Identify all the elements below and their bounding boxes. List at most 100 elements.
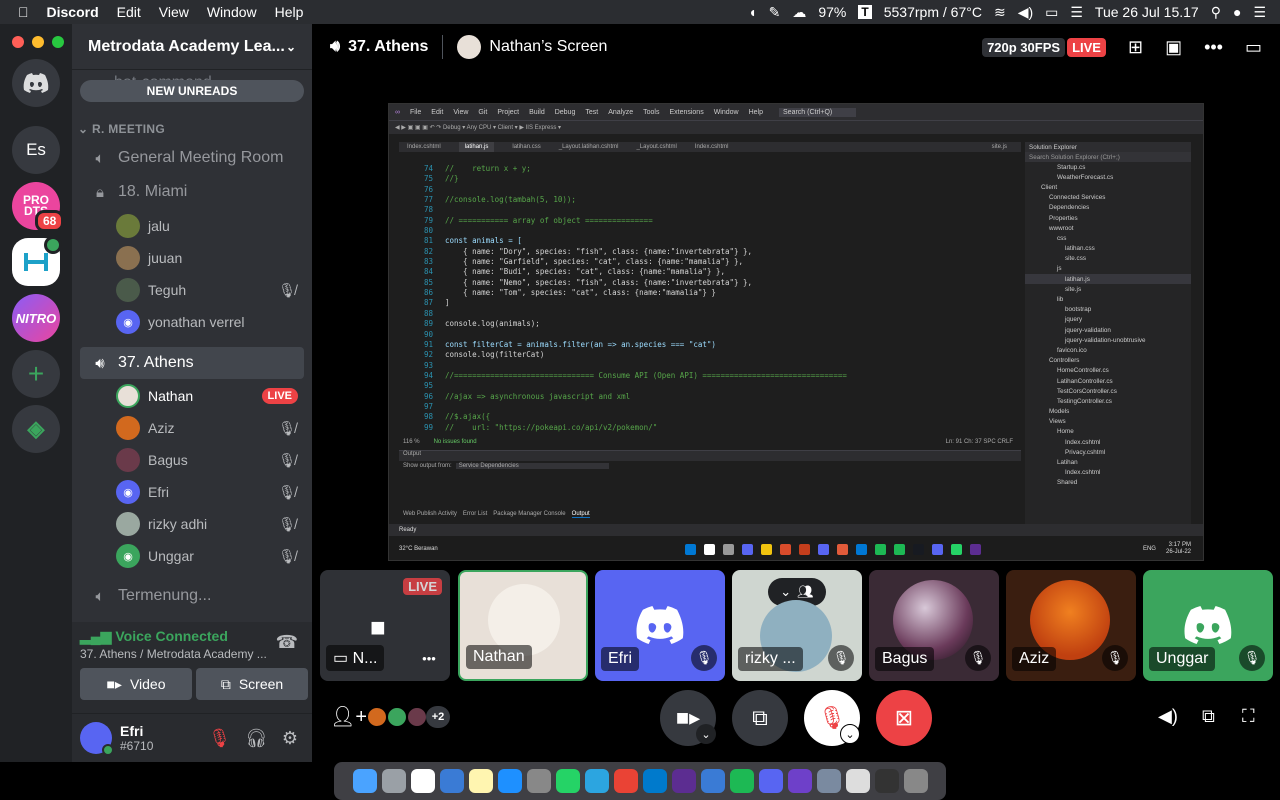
taskbar-app-icon[interactable] [837,543,848,555]
avatar[interactable] [80,722,114,756]
code-line[interactable]: 97 [399,402,1021,412]
vs-menu[interactable]: Edit [431,109,443,116]
solution-search[interactable]: Search Solution Explorer (Ctrl+;) [1025,152,1191,162]
solution-item[interactable]: latihan.css [1025,244,1191,254]
solution-item[interactable]: Connected Services [1025,193,1191,203]
text-icon[interactable]: T [858,5,872,19]
popout-icon[interactable]: ⧉ [1202,706,1215,727]
solution-item[interactable]: WeatherForecast.cs [1025,172,1191,182]
category-r-meeting[interactable]: ⌄ R. MEETING [78,122,165,136]
output-tab[interactable]: Error List [463,511,487,518]
clock[interactable]: Tue 26 Jul 15.17 [1095,4,1199,20]
taskbar-app-icon[interactable] [761,543,772,555]
disconnect-icon[interactable]: ☎︎ [276,632,298,653]
taskbar-app-icon[interactable] [723,543,734,555]
screen-owner[interactable]: Nathan’s Screen [457,35,607,59]
vs-menu[interactable]: Extensions [669,109,703,116]
output-tab[interactable]: Package Manager Console [493,511,565,518]
taskbar-app-icon[interactable] [742,543,753,555]
code-line[interactable]: 92 console.log(filterCat) [399,350,1021,360]
voice-user[interactable]: ◉ Unggar 🎙︎̸ [116,541,304,571]
fan-status[interactable]: 5537rpm / 67°C [884,4,982,20]
participant-tile[interactable]: Nathan [458,570,588,681]
editor-tab[interactable]: _Layout.cshtml [636,142,676,152]
dock-app-icon[interactable] [642,769,667,793]
solution-item[interactable]: Privacy.cshtml [1025,447,1191,457]
voice-status[interactable]: ▂▄▆ Voice Connected [80,628,228,645]
vs-menu[interactable]: Help [749,109,763,116]
solution-item[interactable]: Dependencies [1025,203,1191,213]
vs-menu[interactable]: Test [585,109,598,116]
solution-item[interactable]: site.css [1025,254,1191,264]
output-select[interactable]: Service Dependencies [455,463,609,469]
server-nitro[interactable]: NITRO [12,294,60,342]
code-line[interactable]: 80 [399,226,1021,236]
voice-user[interactable]: ◉ Efri 🎙︎̸ [116,477,304,507]
vs-menu[interactable]: Git [478,109,487,116]
muted-mic-icon[interactable]: 🎙︎ [208,728,231,749]
screen-share-button[interactable]: ⧉ [732,690,788,746]
notification-icon[interactable]: ☰ [1253,4,1266,21]
voice-user[interactable]: Aziz 🎙︎̸ [116,413,304,443]
menu-view[interactable]: View [159,4,189,20]
weather-widget[interactable]: 32°C Berawan [389,545,449,553]
dock-app-icon[interactable] [410,769,435,793]
solution-item[interactable]: Views [1025,417,1191,427]
mic-options-icon[interactable]: ⌄ [840,724,860,744]
invite-icon[interactable]: 👤︎+ [330,704,367,729]
dock-app-icon[interactable] [555,769,580,793]
code-line[interactable]: 94 //=============================== Cons… [399,371,1021,381]
voice-user[interactable]: juuan [116,243,304,273]
code-line[interactable]: 82 { name: "Dory", species: "fish", clas… [399,247,1021,257]
close-window-icon[interactable] [12,36,24,48]
editor-tab[interactable]: latihan.css [512,142,540,152]
app-menu[interactable]: Discord [47,4,99,20]
grid-layout-icon[interactable]: ⊞ [1128,37,1143,58]
participant-tile[interactable]: LIVE ■ ▭ N... ••• [320,570,450,681]
vs-menu[interactable]: Window [714,109,739,116]
dock-app-icon[interactable] [700,769,725,793]
solution-item[interactable]: Controllers [1025,356,1191,366]
channel-general-meeting[interactable]: 🔈︎ General Meeting Room [80,142,304,174]
menu-edit[interactable]: Edit [117,4,141,20]
code-line[interactable]: 90 [399,330,1021,340]
editor-tab[interactable]: Index.cshtml [695,142,729,152]
dock-app-icon[interactable] [352,769,377,793]
vs-menu[interactable]: Project [497,109,519,116]
taskbar-app-icon[interactable] [704,543,715,555]
editor-tab-active[interactable]: latihan.js [458,141,495,153]
code-line[interactable]: 89 console.log(animals); [399,319,1021,329]
camera-options-icon[interactable]: ⌄ [696,724,716,744]
more-options-icon[interactable]: ••• [416,645,442,671]
tray-clock[interactable]: 3:17 PM 26-Jul-22 [1166,542,1191,556]
solution-item[interactable]: latihan.js [1025,274,1191,285]
add-server-icon[interactable]: + [12,350,60,398]
dock-app-icon[interactable] [729,769,754,793]
minimize-window-icon[interactable] [32,36,44,48]
dock-app-icon[interactable] [497,769,522,793]
code-line[interactable]: 93 [399,361,1021,371]
zoom-window-icon[interactable] [52,36,64,48]
code-editor[interactable]: Index.cshtml latihan.js latihan.css _Lay… [399,141,1021,447]
solution-item[interactable]: LatihanController.cs [1025,376,1191,386]
solution-item[interactable]: Startup.cs [1025,162,1191,172]
dock-app-icon[interactable] [468,769,493,793]
taskbar-app-icon[interactable] [818,543,829,555]
participant-tile[interactable]: Efri 🎙︎ [595,570,725,681]
solution-item[interactable]: lib [1025,294,1191,304]
participant-tile[interactable]: Aziz 🎙︎ [1006,570,1136,681]
more-options-icon[interactable]: ••• [1204,37,1223,58]
channel-termenung[interactable]: 🔈︎ Termenung... [80,580,304,612]
editor-tab[interactable]: site.js [992,142,1007,152]
code-line[interactable]: 83 { name: "Garfield", species: "cat", c… [399,257,1021,267]
code-line[interactable]: 85 { name: "Nemo", species: "fish", clas… [399,278,1021,288]
settings-gear-icon[interactable]: ⚙ [282,728,298,749]
issues-status[interactable]: No issues found [434,437,477,447]
leave-call-button[interactable]: ⊠ [876,690,932,746]
menu-window[interactable]: Window [207,4,257,20]
solution-item[interactable]: Latihan [1025,457,1191,467]
participant-tile[interactable]: Bagus 🎙︎ [869,570,999,681]
code-line[interactable]: 81 const animals = [ [399,236,1021,246]
lang-indicator[interactable]: ENG [1143,546,1156,552]
code-line[interactable]: 79 // =========== array of object =======… [399,216,1021,226]
